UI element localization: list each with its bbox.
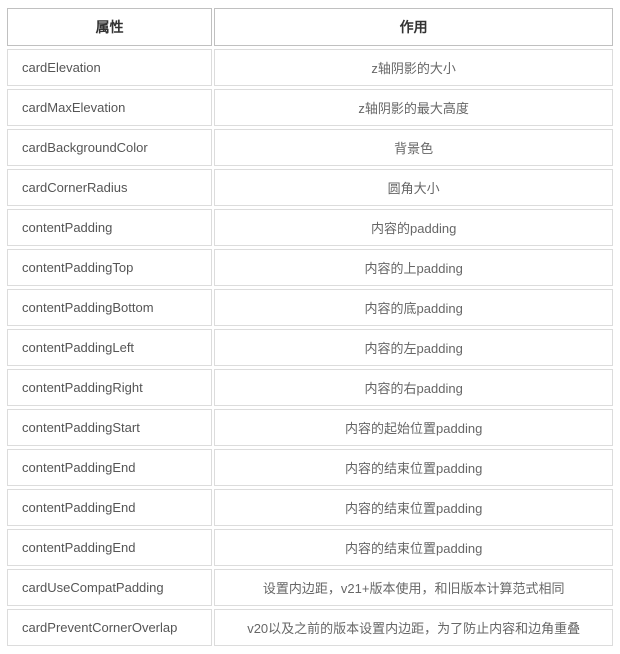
table-row: contentPaddingStart内容的起始位置padding: [7, 409, 613, 446]
table-row: contentPaddingEnd内容的结束位置padding: [7, 529, 613, 566]
cell-attr: contentPadding: [7, 209, 212, 246]
table-row: contentPaddingEnd内容的结束位置padding: [7, 489, 613, 526]
table-row: contentPaddingBottom内容的底padding: [7, 289, 613, 326]
cell-desc: z轴阴影的大小: [214, 49, 613, 86]
table-row: contentPaddingLeft内容的左padding: [7, 329, 613, 366]
cell-desc: 内容的padding: [214, 209, 613, 246]
table-row: contentPaddingEnd内容的结束位置padding: [7, 449, 613, 486]
cell-attr: cardCornerRadius: [7, 169, 212, 206]
table-row: cardCornerRadius圆角大小: [7, 169, 613, 206]
header-attr: 属性: [7, 8, 212, 46]
cell-attr: contentPaddingLeft: [7, 329, 212, 366]
cell-desc: 内容的结束位置padding: [214, 449, 613, 486]
cell-attr: cardPreventCornerOverlap: [7, 609, 212, 646]
cell-desc: 内容的右padding: [214, 369, 613, 406]
cell-attr: cardBackgroundColor: [7, 129, 212, 166]
cell-attr: contentPaddingEnd: [7, 529, 212, 566]
cell-desc: z轴阴影的最大高度: [214, 89, 613, 126]
cell-attr: contentPaddingStart: [7, 409, 212, 446]
cell-desc: 内容的上padding: [214, 249, 613, 286]
header-desc: 作用: [214, 8, 613, 46]
cell-attr: cardElevation: [7, 49, 212, 86]
table-row: contentPadding内容的padding: [7, 209, 613, 246]
cell-desc: 内容的起始位置padding: [214, 409, 613, 446]
table-row: cardBackgroundColor背景色: [7, 129, 613, 166]
cell-desc: 设置内边距，v21+版本使用，和旧版本计算范式相同: [214, 569, 613, 606]
cell-desc: 内容的底padding: [214, 289, 613, 326]
table-row: cardUseCompatPadding设置内边距，v21+版本使用，和旧版本计…: [7, 569, 613, 606]
cell-desc: 内容的左padding: [214, 329, 613, 366]
cell-desc: 内容的结束位置padding: [214, 529, 613, 566]
table-row: cardElevationz轴阴影的大小: [7, 49, 613, 86]
attributes-table: 属性 作用 cardElevationz轴阴影的大小 cardMaxElevat…: [5, 5, 615, 649]
table-row: contentPaddingTop内容的上padding: [7, 249, 613, 286]
cell-attr: cardMaxElevation: [7, 89, 212, 126]
cell-desc: 内容的结束位置padding: [214, 489, 613, 526]
table-header-row: 属性 作用: [7, 8, 613, 46]
cell-attr: contentPaddingEnd: [7, 489, 212, 526]
cell-attr: contentPaddingTop: [7, 249, 212, 286]
cell-desc: v20以及之前的版本设置内边距，为了防止内容和边角重叠: [214, 609, 613, 646]
cell-attr: contentPaddingRight: [7, 369, 212, 406]
cell-attr: contentPaddingEnd: [7, 449, 212, 486]
table-row: cardPreventCornerOverlapv20以及之前的版本设置内边距，…: [7, 609, 613, 646]
cell-attr: contentPaddingBottom: [7, 289, 212, 326]
cell-attr: cardUseCompatPadding: [7, 569, 212, 606]
cell-desc: 圆角大小: [214, 169, 613, 206]
table-row: cardMaxElevationz轴阴影的最大高度: [7, 89, 613, 126]
table-row: contentPaddingRight内容的右padding: [7, 369, 613, 406]
cell-desc: 背景色: [214, 129, 613, 166]
